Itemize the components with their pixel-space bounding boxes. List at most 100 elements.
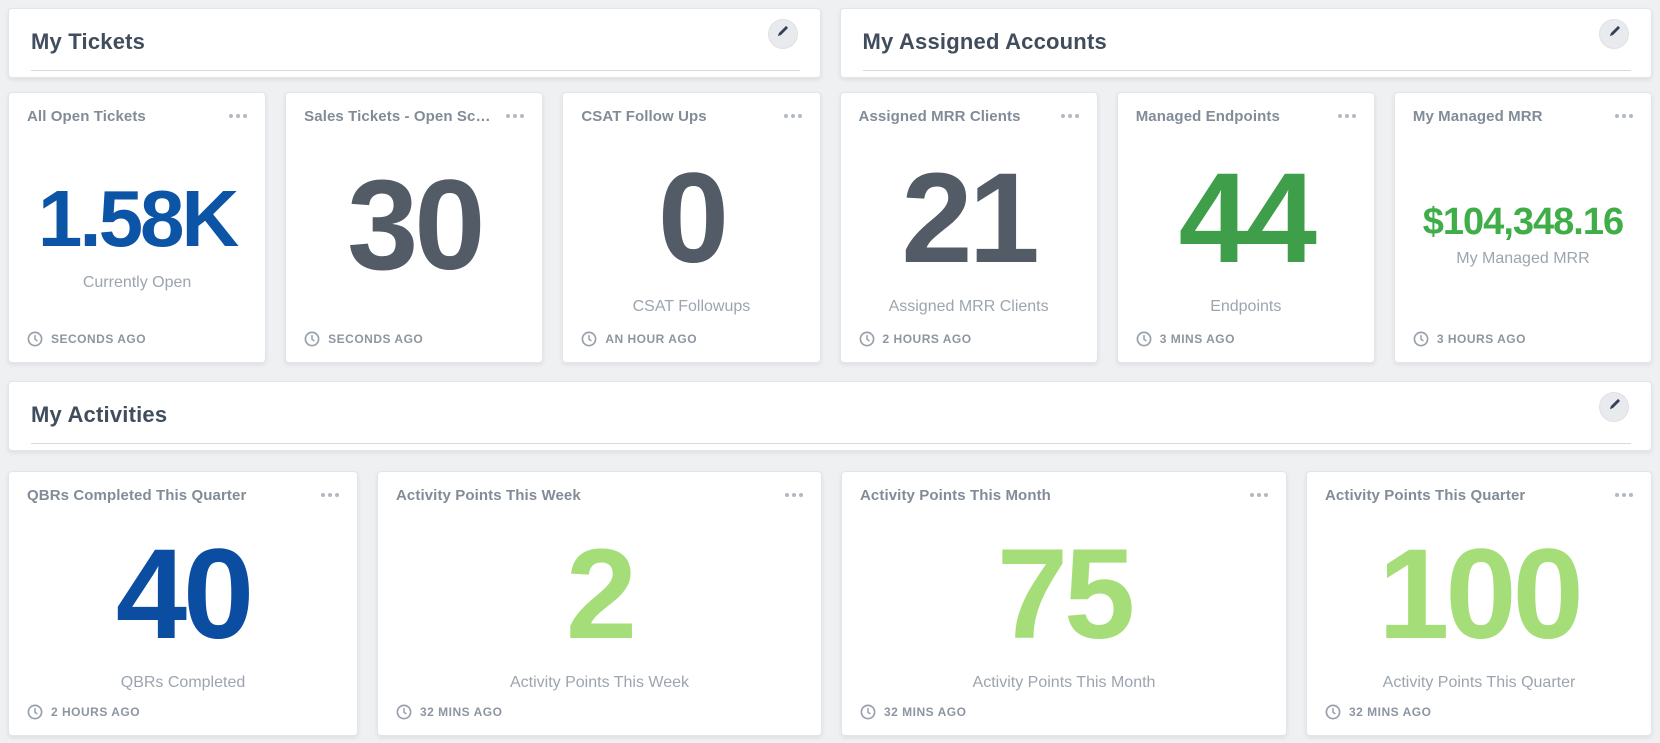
dashboard: My Tickets My Assigned Accounts All Open… bbox=[0, 0, 1660, 743]
ellipsis-icon bbox=[785, 493, 803, 497]
card-menu-button[interactable] bbox=[1613, 487, 1635, 503]
ellipsis-icon bbox=[229, 114, 247, 118]
card-menu-button[interactable] bbox=[783, 487, 805, 503]
card-activity-points-this-month: Activity Points This Month 75 Activity P… bbox=[841, 471, 1287, 736]
card-activity-points-this-quarter: Activity Points This Quarter 100 Activit… bbox=[1306, 471, 1652, 736]
kpi-value: 44 bbox=[1179, 155, 1313, 283]
clock-icon bbox=[860, 704, 876, 720]
card-title: Activity Points This Quarter bbox=[1325, 487, 1533, 504]
kpi-value: 75 bbox=[997, 531, 1131, 659]
kpi-value: 40 bbox=[116, 531, 250, 659]
ellipsis-icon bbox=[1615, 493, 1633, 497]
card-menu-button[interactable] bbox=[1248, 487, 1270, 503]
card-title: Sales Tickets - Open Sch... bbox=[304, 108, 504, 125]
ellipsis-icon bbox=[1061, 114, 1079, 118]
kpi-card-row-top: All Open Tickets 1.58K Currently Open SE… bbox=[8, 92, 1652, 363]
card-menu-button[interactable] bbox=[1336, 108, 1358, 124]
last-updated-text: 32 MINS AGO bbox=[884, 705, 966, 719]
card-menu-button[interactable] bbox=[782, 108, 804, 124]
last-updated: AN HOUR AGO bbox=[581, 331, 697, 347]
card-title: All Open Tickets bbox=[27, 108, 154, 125]
clock-icon bbox=[581, 331, 597, 347]
section-header-my-tickets: My Tickets bbox=[8, 8, 821, 78]
clock-icon bbox=[27, 704, 43, 720]
last-updated-text: 2 HOURS AGO bbox=[883, 332, 972, 346]
pencil-icon bbox=[1608, 398, 1621, 416]
last-updated: 3 MINS AGO bbox=[1136, 331, 1235, 347]
card-menu-button[interactable] bbox=[227, 108, 249, 124]
last-updated: 32 MINS AGO bbox=[1325, 704, 1431, 720]
divider bbox=[31, 70, 800, 71]
clock-icon bbox=[304, 331, 320, 347]
last-updated: SECONDS AGO bbox=[304, 331, 423, 347]
last-updated-text: AN HOUR AGO bbox=[605, 332, 697, 346]
edit-section-button[interactable] bbox=[1599, 392, 1629, 422]
section-header-row: My Tickets My Assigned Accounts bbox=[8, 8, 1652, 78]
section-header-row: My Activities bbox=[8, 381, 1652, 451]
divider bbox=[31, 443, 1631, 444]
card-menu-button[interactable] bbox=[1613, 108, 1635, 124]
last-updated-text: 3 HOURS AGO bbox=[1437, 332, 1526, 346]
card-title: CSAT Follow Ups bbox=[581, 108, 714, 125]
divider bbox=[863, 70, 1632, 71]
last-updated-text: 2 HOURS AGO bbox=[51, 705, 140, 719]
card-my-managed-mrr: My Managed MRR $104,348.16 My Managed MR… bbox=[1394, 92, 1652, 363]
pencil-icon bbox=[776, 25, 789, 43]
ellipsis-icon bbox=[506, 114, 524, 118]
ellipsis-icon bbox=[321, 493, 339, 497]
last-updated: 3 HOURS AGO bbox=[1413, 331, 1526, 347]
edit-section-button[interactable] bbox=[1599, 19, 1629, 49]
clock-icon bbox=[1136, 331, 1152, 347]
last-updated-text: SECONDS AGO bbox=[51, 332, 146, 346]
card-all-open-tickets: All Open Tickets 1.58K Currently Open SE… bbox=[8, 92, 266, 363]
kpi-value: 100 bbox=[1378, 531, 1580, 659]
card-qbrs-completed-this-quarter: QBRs Completed This Quarter 40 QBRs Comp… bbox=[8, 471, 358, 736]
card-title: Activity Points This Month bbox=[860, 487, 1059, 504]
last-updated-text: 3 MINS AGO bbox=[1160, 332, 1235, 346]
card-title: My Managed MRR bbox=[1413, 108, 1551, 125]
card-sales-tickets-open-scheduled: Sales Tickets - Open Sch... 30 SECONDS A… bbox=[285, 92, 543, 363]
card-assigned-mrr-clients: Assigned MRR Clients 21 Assigned MRR Cli… bbox=[840, 92, 1098, 363]
ellipsis-icon bbox=[1338, 114, 1356, 118]
section-title: My Tickets bbox=[31, 29, 145, 55]
ellipsis-icon bbox=[1615, 114, 1633, 118]
ellipsis-icon bbox=[784, 114, 802, 118]
last-updated: 2 HOURS AGO bbox=[27, 704, 140, 720]
kpi-value: 0 bbox=[658, 155, 725, 283]
kpi-value: 30 bbox=[347, 162, 481, 290]
pencil-icon bbox=[1608, 25, 1621, 43]
card-menu-button[interactable] bbox=[319, 487, 341, 503]
kpi-value: $104,348.16 bbox=[1423, 203, 1623, 241]
card-activity-points-this-week: Activity Points This Week 2 Activity Poi… bbox=[377, 471, 822, 736]
section-header-my-activities: My Activities bbox=[8, 381, 1652, 451]
card-title: Assigned MRR Clients bbox=[859, 108, 1029, 125]
edit-section-button[interactable] bbox=[768, 19, 798, 49]
last-updated-text: SECONDS AGO bbox=[328, 332, 423, 346]
kpi-value: 1.58K bbox=[38, 179, 236, 259]
clock-icon bbox=[1325, 704, 1341, 720]
card-menu-button[interactable] bbox=[1059, 108, 1081, 124]
section-title: My Activities bbox=[31, 402, 167, 428]
card-menu-button[interactable] bbox=[504, 108, 526, 124]
last-updated-text: 32 MINS AGO bbox=[1349, 705, 1431, 719]
kpi-value: 2 bbox=[566, 531, 633, 659]
section-title: My Assigned Accounts bbox=[863, 29, 1107, 55]
clock-icon bbox=[1413, 331, 1429, 347]
card-title: Managed Endpoints bbox=[1136, 108, 1288, 125]
last-updated-text: 32 MINS AGO bbox=[420, 705, 502, 719]
clock-icon bbox=[859, 331, 875, 347]
last-updated: 2 HOURS AGO bbox=[859, 331, 972, 347]
ellipsis-icon bbox=[1250, 493, 1268, 497]
card-title: Activity Points This Week bbox=[396, 487, 589, 504]
card-title: QBRs Completed This Quarter bbox=[27, 487, 254, 504]
kpi-card-row-bottom: QBRs Completed This Quarter 40 QBRs Comp… bbox=[8, 471, 1652, 736]
kpi-value: 21 bbox=[901, 155, 1035, 283]
last-updated: 32 MINS AGO bbox=[396, 704, 502, 720]
section-header-my-assigned-accounts: My Assigned Accounts bbox=[840, 8, 1653, 78]
clock-icon bbox=[27, 331, 43, 347]
card-csat-follow-ups: CSAT Follow Ups 0 CSAT Followups AN HOUR… bbox=[562, 92, 820, 363]
card-managed-endpoints: Managed Endpoints 44 Endpoints 3 MINS AG… bbox=[1117, 92, 1375, 363]
last-updated: 32 MINS AGO bbox=[860, 704, 966, 720]
clock-icon bbox=[396, 704, 412, 720]
last-updated: SECONDS AGO bbox=[27, 331, 146, 347]
